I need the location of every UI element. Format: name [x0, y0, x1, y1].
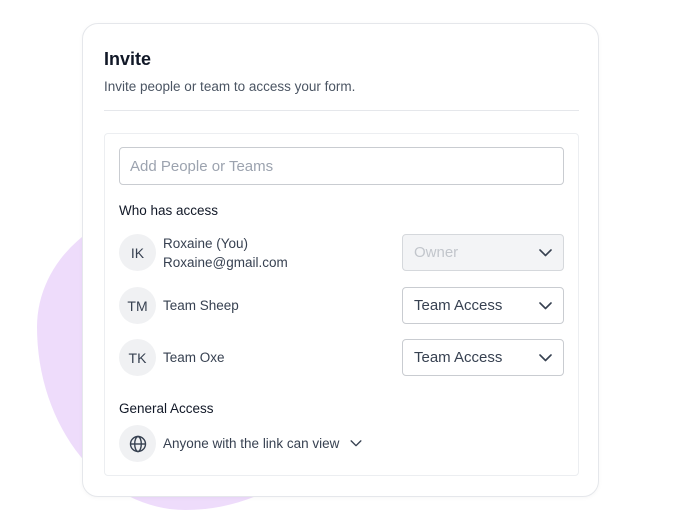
invite-card: Invite Invite people or team to access y… — [82, 23, 599, 497]
chevron-down-icon — [538, 351, 552, 365]
avatar: TM — [119, 287, 156, 324]
member-row: IK Roxaine (You) Roxaine@gmail.com Owner — [119, 234, 564, 272]
globe-icon — [119, 425, 156, 462]
who-has-access-label: Who has access — [119, 203, 219, 218]
role-select-owner: Owner — [402, 234, 564, 271]
general-access-row: Anyone with the link can view — [119, 425, 564, 462]
general-access-label: General Access — [119, 401, 214, 416]
avatar: TK — [119, 339, 156, 376]
invite-panel: Who has access IK Roxaine (You) Roxaine@… — [104, 133, 579, 476]
role-select-team-sheep[interactable]: Team Access — [402, 287, 564, 324]
role-select-value: Team Access — [414, 349, 503, 366]
role-select-team-oxe[interactable]: Team Access — [402, 339, 564, 376]
general-access-dropdown[interactable]: Anyone with the link can view — [163, 425, 363, 462]
member-name: Team Oxe — [163, 350, 225, 365]
general-access-value: Anyone with the link can view — [163, 436, 340, 451]
member-email: Roxaine@gmail.com — [163, 255, 288, 270]
add-people-input[interactable] — [119, 147, 564, 185]
avatar: IK — [119, 234, 156, 271]
card-subtitle: Invite people or team to access your for… — [104, 79, 356, 94]
chevron-down-icon — [349, 437, 363, 451]
card-title: Invite — [104, 49, 152, 69]
member-name: Team Sheep — [163, 298, 239, 313]
chevron-down-icon — [538, 299, 552, 313]
chevron-down-icon — [538, 246, 552, 260]
divider — [104, 110, 579, 111]
role-select-value: Team Access — [414, 297, 503, 314]
member-row: TK Team Oxe Team Access — [119, 339, 564, 377]
member-name: Roxaine (You) — [163, 236, 249, 251]
role-select-value: Owner — [414, 244, 459, 261]
member-row: TM Team Sheep Team Access — [119, 287, 564, 325]
